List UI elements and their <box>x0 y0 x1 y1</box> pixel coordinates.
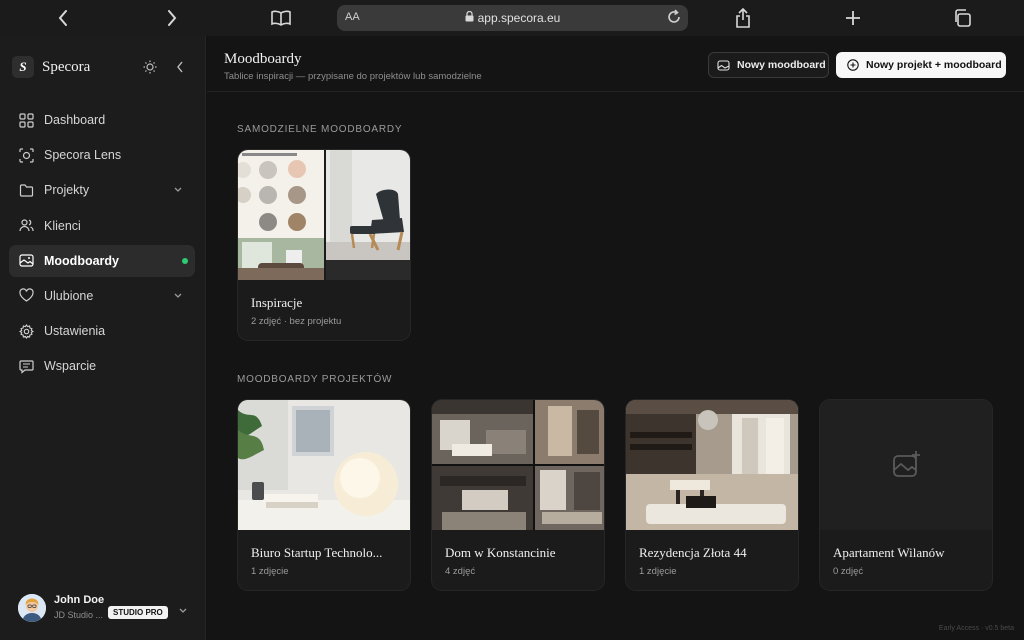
sidebar-item-label: Specora Lens <box>44 148 122 163</box>
project-moodboard-card[interactable]: Rezydencja Złota 44 1 zdjęcie <box>625 399 799 591</box>
user-name: John Doe <box>54 594 105 606</box>
new-project-moodboard-label: Nowy projekt + moodboard <box>866 59 1002 71</box>
theme-toggle-sun-icon[interactable] <box>139 56 161 78</box>
project-moodboard-card[interactable]: Dom w Konstancinie 4 zdjęć <box>431 399 605 591</box>
url-text: app.specora.eu <box>477 11 561 25</box>
chevron-down-icon[interactable] <box>173 289 183 303</box>
reload-icon[interactable] <box>666 9 682 30</box>
moodboard-thumbnail <box>626 400 798 530</box>
new-moodboard-label: Nowy moodboard <box>737 59 826 71</box>
users-icon <box>18 218 34 234</box>
new-project-moodboard-button[interactable]: Nowy projekt + moodboard <box>836 52 1006 78</box>
avatar <box>18 594 46 622</box>
sidebar: S Specora Dashboard Specora Lens Projekt… <box>0 36 206 640</box>
main-content: Moodboardy Tablice inspiracji — przypisa… <box>207 36 1024 640</box>
moodboard-thumbnail-empty <box>820 400 992 530</box>
chat-icon <box>18 358 34 374</box>
sidebar-item-ustawienia[interactable]: Ustawienia <box>9 315 195 347</box>
browser-toolbar: AA app.specora.eu <box>0 0 1024 36</box>
moodboard-title: Rezydencja Złota 44 <box>639 545 747 560</box>
page-title: Moodboardy <box>224 51 302 67</box>
folder-icon <box>18 182 34 198</box>
sidebar-nav: Dashboard Specora Lens Projekty Klienci … <box>9 104 195 386</box>
plus-circle-icon <box>847 59 859 71</box>
page-header: Moodboardy Tablice inspiracji — przypisa… <box>207 36 1024 92</box>
user-menu[interactable]: John Doe JD Studio ... STUDIO PRO <box>18 592 194 628</box>
share-icon[interactable] <box>731 6 755 30</box>
moodboard-add-icon <box>717 59 730 72</box>
tabs-icon[interactable] <box>950 6 974 30</box>
lens-icon <box>18 147 34 163</box>
moodboard-title: Apartament Wilanów <box>833 545 945 560</box>
user-studio: JD Studio ... <box>54 610 104 620</box>
moodboard-thumbnail <box>238 150 410 280</box>
sidebar-item-label: Klienci <box>44 218 81 233</box>
moodboard-thumbnail <box>432 400 604 530</box>
bookmarks-icon[interactable] <box>269 6 293 30</box>
moodboard-meta: 1 zdjęcie <box>251 566 289 577</box>
plan-badge: STUDIO PRO <box>108 606 168 619</box>
grid-icon <box>18 112 34 128</box>
moodboard-meta: 2 zdjęć · bez projektu <box>251 316 342 327</box>
sidebar-item-klienci[interactable]: Klienci <box>9 210 195 242</box>
brand-name: Specora <box>42 58 91 75</box>
address-bar[interactable]: AA app.specora.eu <box>337 5 688 31</box>
heart-icon <box>18 288 34 304</box>
moodboard-title: Inspiracje <box>251 295 303 310</box>
moodboard-meta: 4 zdjęć <box>445 566 476 577</box>
sidebar-item-label: Projekty <box>44 183 90 198</box>
collapse-sidebar-icon[interactable] <box>169 56 191 78</box>
moodboard-meta: 0 zdjęć <box>833 566 864 577</box>
image-placeholder-icon <box>892 450 922 485</box>
sidebar-item-label: Ustawienia <box>44 324 106 339</box>
moodboard-thumbnail <box>238 400 410 530</box>
sidebar-item-wsparcie[interactable]: Wsparcie <box>9 350 195 382</box>
brand[interactable]: S Specora <box>12 56 90 78</box>
chevron-down-icon[interactable] <box>178 602 188 620</box>
lock-icon <box>465 10 474 25</box>
sidebar-item-dashboard[interactable]: Dashboard <box>9 104 195 136</box>
moodboard-meta: 1 zdjęcie <box>639 566 677 577</box>
moodboard-title: Dom w Konstancinie <box>445 545 556 560</box>
sidebar-item-projekty[interactable]: Projekty <box>9 174 195 206</box>
moodboard-title: Biuro Startup Technolo... <box>251 545 383 560</box>
forward-icon[interactable] <box>160 6 184 30</box>
moodboard-icon <box>18 253 34 269</box>
version-note: Early Access · v0.5 beta <box>938 625 1014 632</box>
chevron-down-icon[interactable] <box>173 183 183 197</box>
sidebar-item-ulubione[interactable]: Ulubione <box>9 280 195 312</box>
section-standalone-heading: SAMODZIELNE MOODBOARDY <box>237 124 403 135</box>
section-projects-heading: MOODBOARDY PROJEKTÓW <box>237 374 393 385</box>
new-tab-icon[interactable] <box>841 6 865 30</box>
gear-icon <box>18 323 34 339</box>
sidebar-item-label: Wsparcie <box>44 359 97 374</box>
sidebar-item-moodboardy[interactable]: Moodboardy <box>9 244 195 277</box>
project-moodboard-card[interactable]: Apartament Wilanów 0 zdjęć <box>819 399 993 591</box>
active-status-dot <box>182 257 188 264</box>
sidebar-item-label: Dashboard <box>44 113 106 127</box>
page-subtitle: Tablice inspiracji — przypisane do proje… <box>224 71 482 82</box>
sidebar-item-label: Moodboardy <box>44 253 119 268</box>
sidebar-item-specora-lens[interactable]: Specora Lens <box>9 139 195 171</box>
new-moodboard-button[interactable]: Nowy moodboard <box>708 52 829 78</box>
project-moodboard-card[interactable]: Biuro Startup Technolo... 1 zdjęcie <box>237 399 411 591</box>
brand-logo: S <box>12 56 34 78</box>
back-icon[interactable] <box>51 6 75 30</box>
sidebar-item-label: Ulubione <box>44 288 94 303</box>
moodboard-card[interactable]: Inspiracje 2 zdjęć · bez projektu <box>237 149 411 341</box>
